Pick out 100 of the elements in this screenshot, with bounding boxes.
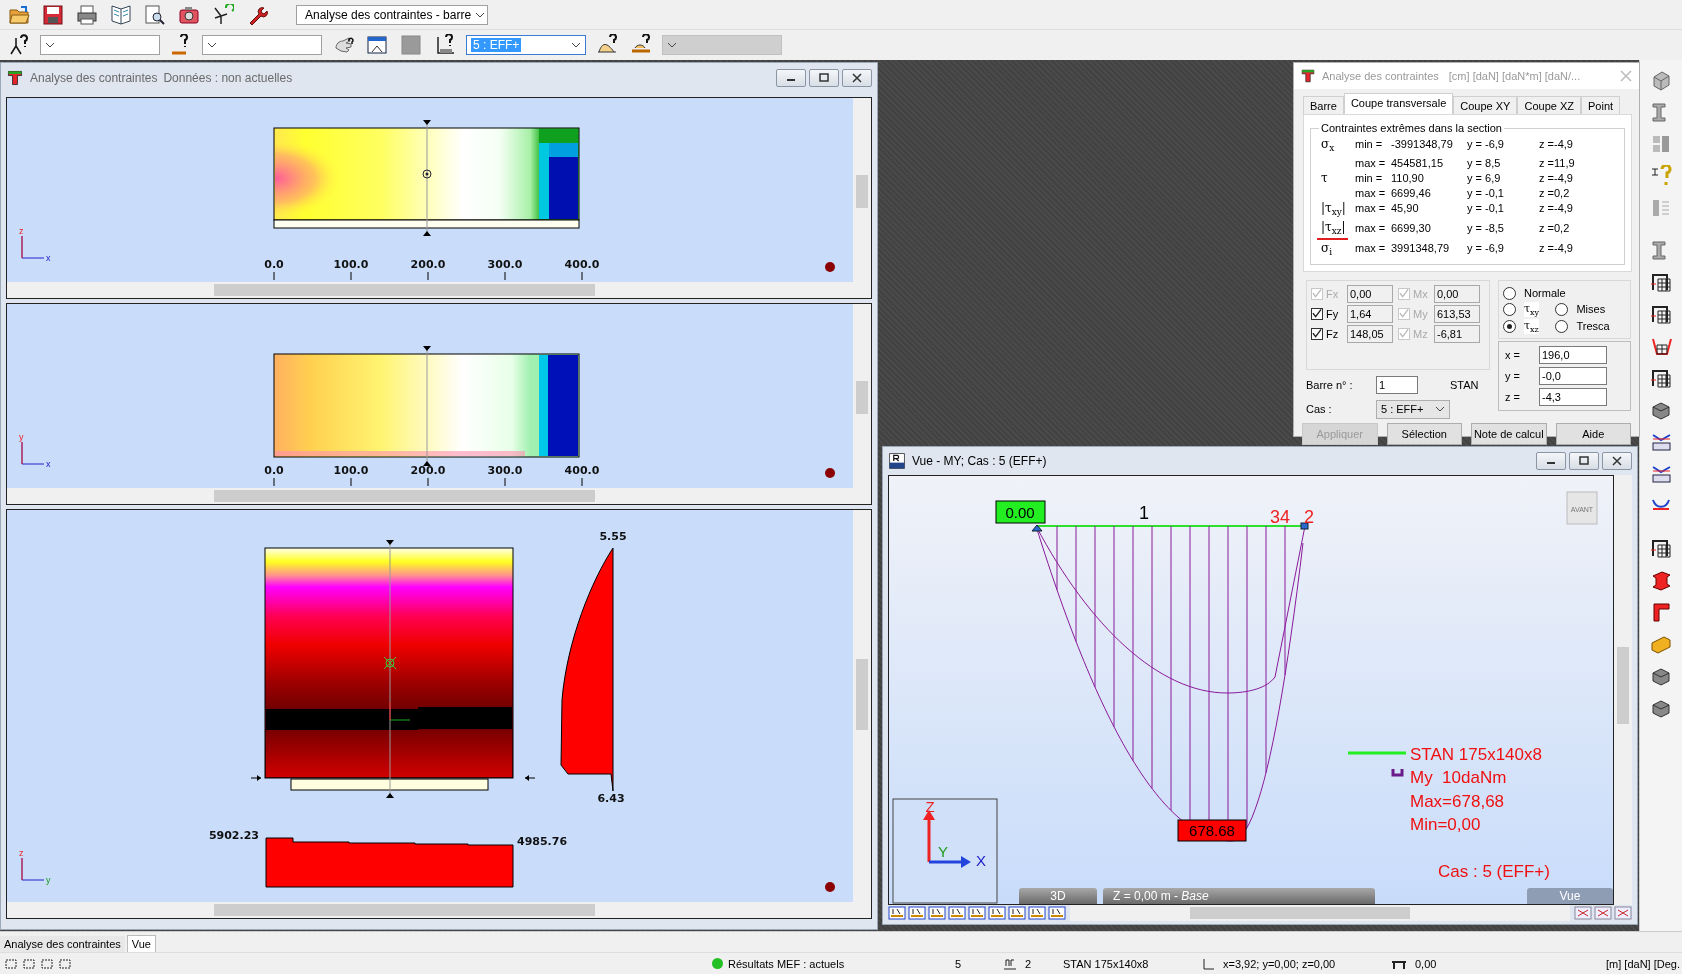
radio-button[interactable] bbox=[1503, 319, 1516, 333]
save-icon[interactable] bbox=[42, 3, 64, 26]
stress-symbol: σ$_{x}$ bbox=[1320, 137, 1336, 156]
view-dropdown[interactable]: Analyse des contraintes - barre bbox=[296, 4, 488, 25]
radio-label: Mises bbox=[1576, 303, 1606, 316]
checkbox-label: Fy bbox=[1326, 307, 1340, 320]
radio-label: Tresca bbox=[1576, 320, 1610, 333]
document-tab[interactable]: Vue bbox=[126, 935, 156, 952]
tab[interactable]: Coupe transversale bbox=[1343, 93, 1454, 114]
caret-icon bbox=[207, 42, 217, 48]
dialog-button[interactable]: Sélection bbox=[1386, 422, 1462, 445]
case-number: 5 bbox=[955, 957, 963, 970]
axes-icon bbox=[1201, 957, 1215, 970]
row-value: 6699,30 bbox=[1391, 220, 1432, 236]
row-label: max = bbox=[1355, 156, 1387, 171]
checkbox[interactable] bbox=[1311, 307, 1323, 320]
bar-number-field[interactable]: 1 bbox=[1376, 375, 1418, 394]
open-folder-icon[interactable] bbox=[8, 3, 30, 26]
axis-triad-icon bbox=[21, 857, 45, 881]
radio-label: Normale bbox=[1524, 287, 1566, 300]
diagram-table-icon[interactable] bbox=[1650, 431, 1672, 453]
ruler-label: 100.0 bbox=[333, 464, 369, 477]
select-icon[interactable] bbox=[4, 957, 18, 970]
tab[interactable]: Coupe XZ bbox=[1517, 96, 1581, 114]
frame-icon[interactable] bbox=[1650, 271, 1672, 293]
case-label: Cas : 5 (EFF+) bbox=[1438, 862, 1550, 881]
structure-icon[interactable] bbox=[1650, 537, 1672, 559]
ruler-label: 400.0 bbox=[564, 464, 600, 477]
row-coordinate: z =-4,9 bbox=[1539, 137, 1574, 152]
row-label: max = bbox=[1355, 220, 1387, 236]
ruler-label: 0.0 bbox=[264, 258, 284, 271]
legend-line bbox=[1348, 751, 1406, 755]
branch-icon[interactable] bbox=[212, 3, 234, 26]
radio-button[interactable] bbox=[1555, 302, 1569, 316]
row-coordinate: z =11,9 bbox=[1539, 156, 1576, 171]
node-query-icon[interactable] bbox=[8, 34, 30, 56]
radio-button[interactable] bbox=[1555, 319, 1569, 333]
minimize-button[interactable] bbox=[1536, 452, 1566, 470]
section-frame-icon[interactable] bbox=[1650, 367, 1672, 389]
tab[interactable]: Point bbox=[1581, 96, 1621, 114]
profile-help-icon[interactable] bbox=[1650, 165, 1672, 187]
level-bar[interactable]: Z = 0,00 m - Base bbox=[1103, 888, 1375, 904]
coordinate-label: y = bbox=[1505, 369, 1521, 382]
coordinate-field[interactable]: 196,0 bbox=[1539, 345, 1607, 364]
checkbox-label: Mx bbox=[1413, 287, 1429, 300]
radio-label: τ$_{xz}$ bbox=[1524, 318, 1539, 334]
load-case-icon[interactable] bbox=[434, 34, 456, 56]
row-coordinate: y = -0,1 bbox=[1467, 186, 1505, 201]
axis-label: Z bbox=[925, 798, 935, 815]
value-field[interactable]: 1,64 bbox=[1347, 304, 1393, 323]
restore-button[interactable] bbox=[809, 69, 839, 87]
tab[interactable]: Coupe XY bbox=[1453, 96, 1518, 114]
i-beam-icon[interactable] bbox=[1650, 569, 1672, 591]
bar-icon bbox=[1003, 957, 1017, 970]
axis-label: z bbox=[19, 848, 24, 858]
legend-icon bbox=[1391, 769, 1404, 777]
horizontal-scrollbar[interactable] bbox=[1070, 905, 1570, 921]
minimize-button[interactable] bbox=[776, 69, 806, 87]
beam-icon[interactable] bbox=[1650, 69, 1672, 91]
value-label: 5902.23 bbox=[208, 829, 259, 842]
diagram-icon[interactable] bbox=[1650, 463, 1672, 485]
angle-profile-icon[interactable] bbox=[1650, 601, 1672, 623]
row-coordinate: y = -6,9 bbox=[1467, 241, 1505, 257]
hand-query-icon[interactable] bbox=[332, 34, 354, 56]
case-dropdown[interactable]: 5 : EFF+ bbox=[1376, 399, 1450, 419]
row-label: max = bbox=[1355, 201, 1387, 217]
preview-icon[interactable] bbox=[144, 3, 166, 26]
radio-button[interactable] bbox=[1503, 286, 1516, 300]
square-icon[interactable] bbox=[400, 34, 422, 56]
row-coordinate: y = 8,5 bbox=[1467, 156, 1502, 171]
window-icon[interactable] bbox=[366, 34, 388, 56]
document-tab[interactable]: Analyse des contraintes bbox=[0, 936, 125, 952]
close-button[interactable] bbox=[1602, 452, 1632, 470]
vertical-scrollbar[interactable] bbox=[1614, 475, 1632, 905]
dialog-button[interactable]: Note de calcul bbox=[1471, 422, 1547, 445]
coordinate-label: x = bbox=[1505, 348, 1521, 361]
restore-icon bbox=[1578, 456, 1590, 466]
print-icon[interactable] bbox=[76, 3, 98, 26]
dropdown[interactable] bbox=[202, 35, 322, 55]
coordinate-label: z = bbox=[1505, 390, 1521, 403]
close-button[interactable] bbox=[842, 69, 872, 87]
checkbox[interactable] bbox=[1311, 327, 1323, 340]
dropdown[interactable] bbox=[40, 35, 160, 55]
ruler-label: 100.0 bbox=[333, 258, 369, 271]
coordinate-field[interactable]: -0,0 bbox=[1539, 366, 1607, 385]
row-coordinate: y = -6,9 bbox=[1467, 137, 1505, 152]
dialog-button[interactable]: Aide bbox=[1555, 422, 1631, 445]
book-icon[interactable] bbox=[110, 3, 132, 26]
indicator-dot-icon bbox=[825, 882, 835, 892]
axis-label: y bbox=[46, 875, 51, 885]
tab[interactable]: Barre bbox=[1303, 96, 1344, 114]
coordinate-field[interactable]: -4,3 bbox=[1539, 387, 1607, 406]
value-field[interactable]: 148,05 bbox=[1347, 324, 1393, 343]
frame-grid-icon[interactable] bbox=[1650, 303, 1672, 325]
value-label: 5.55 bbox=[599, 530, 627, 543]
restore-button[interactable] bbox=[1569, 452, 1599, 470]
row-coordinate: y = -0,1 bbox=[1467, 201, 1505, 217]
axis-label: x bbox=[46, 253, 51, 263]
radio-label: τ$_{xy}$ bbox=[1524, 301, 1540, 317]
radio-button[interactable] bbox=[1503, 302, 1516, 316]
